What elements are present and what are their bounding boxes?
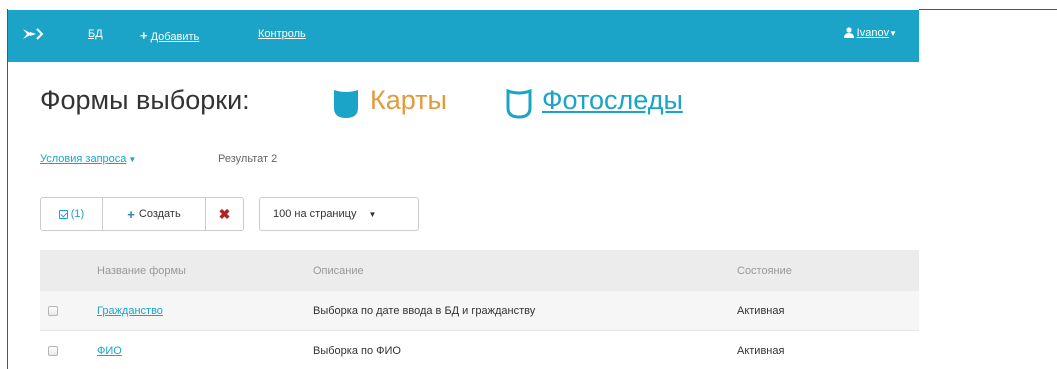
forms-table: Название формы Описание Состояние Гражда… <box>40 250 919 369</box>
query-conditions-toggle[interactable]: Условия запроса ▼ <box>40 153 136 165</box>
cards-shape-icon <box>334 90 358 118</box>
page-title: Формы выборки: <box>40 85 250 115</box>
top-navbar: БД + Добавить Контроль Ivanov▼ <box>8 10 919 62</box>
cards-label[interactable]: Карты <box>370 85 447 116</box>
nav-link-control[interactable]: Контроль <box>258 28 306 40</box>
select-all-button[interactable]: (1) <box>40 197 103 231</box>
photo-traces-link[interactable]: Фотоследы <box>542 85 683 116</box>
header-name[interactable]: Название формы <box>97 250 186 291</box>
plus-icon: + <box>127 206 135 222</box>
checkbox-icon <box>58 209 68 219</box>
per-page-label: 100 на страницу <box>273 208 357 220</box>
create-button[interactable]: + Создать <box>103 197 206 231</box>
close-icon: ✖ <box>218 205 231 222</box>
create-label: Создать <box>138 208 181 220</box>
nav-link-bd[interactable]: БД <box>88 28 103 40</box>
form-name-link[interactable]: ФИО <box>97 345 122 357</box>
table-row: Гражданство Выборка по дате ввода в БД и… <box>40 291 919 331</box>
user-icon <box>843 27 854 38</box>
row-checkbox[interactable] <box>48 305 58 316</box>
photo-shape-icon <box>506 88 532 119</box>
description-cell: Выборка по дате ввода в БД и гражданству <box>313 304 536 317</box>
row-checkbox[interactable] <box>48 345 58 356</box>
table-row: ФИО Выборка по ФИО Активная <box>40 331 919 369</box>
frame-border-top <box>919 9 1057 10</box>
per-page-select[interactable]: 100 на страницу ▼ <box>259 197 419 231</box>
name-cell: Гражданство <box>97 291 163 330</box>
nav-add-link[interactable]: + Добавить <box>140 28 199 43</box>
caret-down-icon: ▼ <box>889 29 897 38</box>
nav-add-label: Добавить <box>150 31 200 43</box>
header-state[interactable]: Состояние <box>737 250 792 291</box>
state-cell: Активная <box>737 344 785 357</box>
form-name-link[interactable]: Гражданство <box>97 305 163 317</box>
caret-down-icon: ▼ <box>368 209 377 219</box>
bird-logo-icon[interactable] <box>22 26 48 42</box>
header-description[interactable]: Описание <box>313 250 364 291</box>
app-window: БД + Добавить Контроль Ivanov▼ Формы выбо… <box>8 10 919 369</box>
delete-button[interactable]: ✖ <box>206 197 244 231</box>
caret-down-icon: ▼ <box>128 155 137 164</box>
user-name: Ivanov <box>856 27 890 39</box>
table-header: Название формы Описание Состояние <box>40 250 919 291</box>
description-cell: Выборка по ФИО <box>313 344 401 357</box>
name-cell: ФИО <box>97 331 122 369</box>
row-checkbox-cell <box>48 291 68 330</box>
select-count: (1) <box>70 208 85 220</box>
plus-icon: + <box>140 28 148 43</box>
toolbar-button-group: (1) + Создать ✖ <box>40 197 244 231</box>
query-conditions-label: Условия запроса <box>40 153 127 165</box>
user-menu[interactable]: Ivanov▼ <box>843 27 897 39</box>
state-cell: Активная <box>737 304 785 317</box>
result-count: Результат 2 <box>218 153 278 165</box>
row-checkbox-cell <box>48 331 68 369</box>
